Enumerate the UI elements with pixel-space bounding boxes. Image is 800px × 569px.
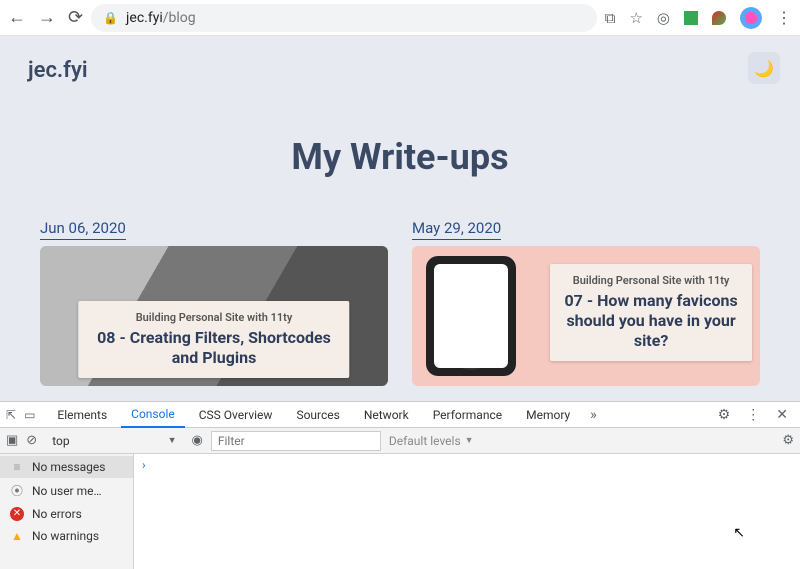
console-output[interactable]: › bbox=[134, 454, 800, 569]
post-card[interactable]: May 29, 2020 Building Personal Site with… bbox=[412, 218, 760, 386]
sidebar-row-errors[interactable]: ✕ No errors bbox=[0, 503, 133, 525]
page-content: jec.fyi 🌙 My Write-ups Jun 06, 2020 Buil… bbox=[0, 36, 800, 401]
user-icon: ⦿ bbox=[10, 482, 24, 499]
devtools-close-icon[interactable]: ✕ bbox=[770, 407, 794, 423]
context-label: top bbox=[52, 434, 69, 448]
tab-memory[interactable]: Memory bbox=[516, 402, 580, 428]
sidebar-row-warnings[interactable]: ▲ No warnings bbox=[0, 525, 133, 547]
back-button[interactable]: ← bbox=[8, 7, 26, 28]
sidebar-label: No errors bbox=[32, 507, 82, 521]
extension-chili-icon[interactable] bbox=[712, 11, 726, 25]
filter-input[interactable] bbox=[211, 431, 381, 451]
console-prompt: › bbox=[142, 458, 146, 472]
post-label: Building Personal Site with 11ty 07 - Ho… bbox=[550, 264, 752, 361]
log-levels-selector[interactable]: Default levels ▼ bbox=[389, 434, 474, 448]
cursor-icon: ↖ bbox=[733, 525, 745, 541]
post-date: Jun 06, 2020 bbox=[40, 219, 126, 240]
sidebar-row-user[interactable]: ⦿ No user me… bbox=[0, 478, 133, 503]
toolbar-right: ⧉ ☆ ◎ ⋮ bbox=[605, 7, 792, 29]
forward-button[interactable]: → bbox=[38, 7, 56, 28]
warning-icon: ▲ bbox=[10, 529, 24, 543]
tab-performance[interactable]: Performance bbox=[423, 402, 512, 428]
clear-console-icon[interactable]: ⊘ bbox=[26, 433, 37, 448]
lock-icon: 🔒 bbox=[103, 11, 118, 25]
post-thumbnail: Building Personal Site with 11ty 07 - Ho… bbox=[412, 246, 760, 386]
post-date: May 29, 2020 bbox=[412, 219, 501, 240]
post-title: 07 - How many favicons should you have i… bbox=[562, 291, 740, 351]
sidebar-label: No warnings bbox=[32, 529, 99, 543]
page-title: My Write-ups bbox=[0, 136, 800, 178]
post-thumbnail: Building Personal Site with 11ty 08 - Cr… bbox=[40, 246, 388, 386]
sidebar-toggle-icon[interactable]: ▣ bbox=[6, 433, 18, 448]
sidebar-row-messages[interactable]: ≡ No messages bbox=[0, 456, 133, 478]
url-text: jec.fyi/blog bbox=[126, 10, 196, 26]
context-selector[interactable]: top ▼ bbox=[45, 431, 183, 451]
chevron-down-icon: ▼ bbox=[168, 435, 177, 446]
error-icon: ✕ bbox=[10, 507, 24, 521]
post-label: Building Personal Site with 11ty 08 - Cr… bbox=[78, 301, 349, 378]
omnibox[interactable]: 🔒 jec.fyi/blog bbox=[91, 4, 597, 32]
tab-sources[interactable]: Sources bbox=[286, 402, 349, 428]
sidebar-label: No user me… bbox=[32, 484, 102, 498]
browser-toolbar: ← → ⟳ 🔒 jec.fyi/blog ⧉ ☆ ◎ ⋮ bbox=[0, 0, 800, 36]
tab-elements[interactable]: Elements bbox=[47, 402, 117, 428]
devtools-tabstrip: ⇱ ▭ Elements Console CSS Overview Source… bbox=[0, 402, 800, 428]
console-toolbar: ▣ ⊘ top ▼ ◉ Default levels ▼ ⚙ bbox=[0, 428, 800, 454]
list-icon: ≡ bbox=[10, 460, 24, 474]
chevron-down-icon: ▼ bbox=[465, 435, 474, 446]
reload-button[interactable]: ⟳ bbox=[68, 7, 83, 28]
inspect-element-icon[interactable]: ⇱ bbox=[6, 408, 16, 422]
devtools: ⇱ ▭ Elements Console CSS Overview Source… bbox=[0, 401, 800, 569]
devtools-settings-icon[interactable]: ⚙ bbox=[712, 407, 737, 423]
post-series: Building Personal Site with 11ty bbox=[562, 274, 740, 287]
dark-mode-toggle[interactable]: 🌙 bbox=[748, 52, 780, 84]
console-sidebar: ≡ No messages ⦿ No user me… ✕ No errors ▲ No… bbox=[0, 454, 134, 569]
tab-css-overview[interactable]: CSS Overview bbox=[189, 402, 283, 428]
bookmark-star-icon[interactable]: ☆ bbox=[629, 9, 642, 27]
console-settings-icon[interactable]: ⚙ bbox=[782, 433, 794, 448]
site-brand[interactable]: jec.fyi bbox=[28, 58, 88, 83]
device-mode-icon[interactable]: ▭ bbox=[24, 408, 35, 422]
more-tabs-icon[interactable]: » bbox=[584, 407, 603, 423]
profile-avatar[interactable] bbox=[740, 7, 762, 29]
devtools-left-icons: ⇱ ▭ bbox=[6, 408, 35, 422]
post-series: Building Personal Site with 11ty bbox=[90, 311, 337, 324]
tab-network[interactable]: Network bbox=[354, 402, 419, 428]
live-expression-icon[interactable]: ◉ bbox=[192, 433, 203, 448]
open-external-icon[interactable]: ⧉ bbox=[605, 9, 616, 27]
tab-console[interactable]: Console bbox=[121, 402, 185, 428]
lens-icon[interactable]: ◎ bbox=[657, 9, 670, 27]
devtools-menu-icon[interactable]: ⋮ bbox=[740, 407, 766, 423]
post-title: 08 - Creating Filters, Shortcodes and Pl… bbox=[90, 328, 337, 368]
console-body: ≡ No messages ⦿ No user me… ✕ No errors ▲ No… bbox=[0, 454, 800, 569]
phone-illustration bbox=[426, 256, 516, 376]
post-card[interactable]: Jun 06, 2020 Building Personal Site with… bbox=[40, 218, 388, 386]
nav-arrows: ← → ⟳ bbox=[8, 7, 83, 28]
chrome-menu-icon[interactable]: ⋮ bbox=[776, 8, 792, 27]
post-grid: Jun 06, 2020 Building Personal Site with… bbox=[0, 178, 800, 386]
sidebar-label: No messages bbox=[32, 460, 105, 474]
extension-green-icon[interactable] bbox=[684, 11, 698, 25]
levels-label: Default levels bbox=[389, 434, 461, 448]
